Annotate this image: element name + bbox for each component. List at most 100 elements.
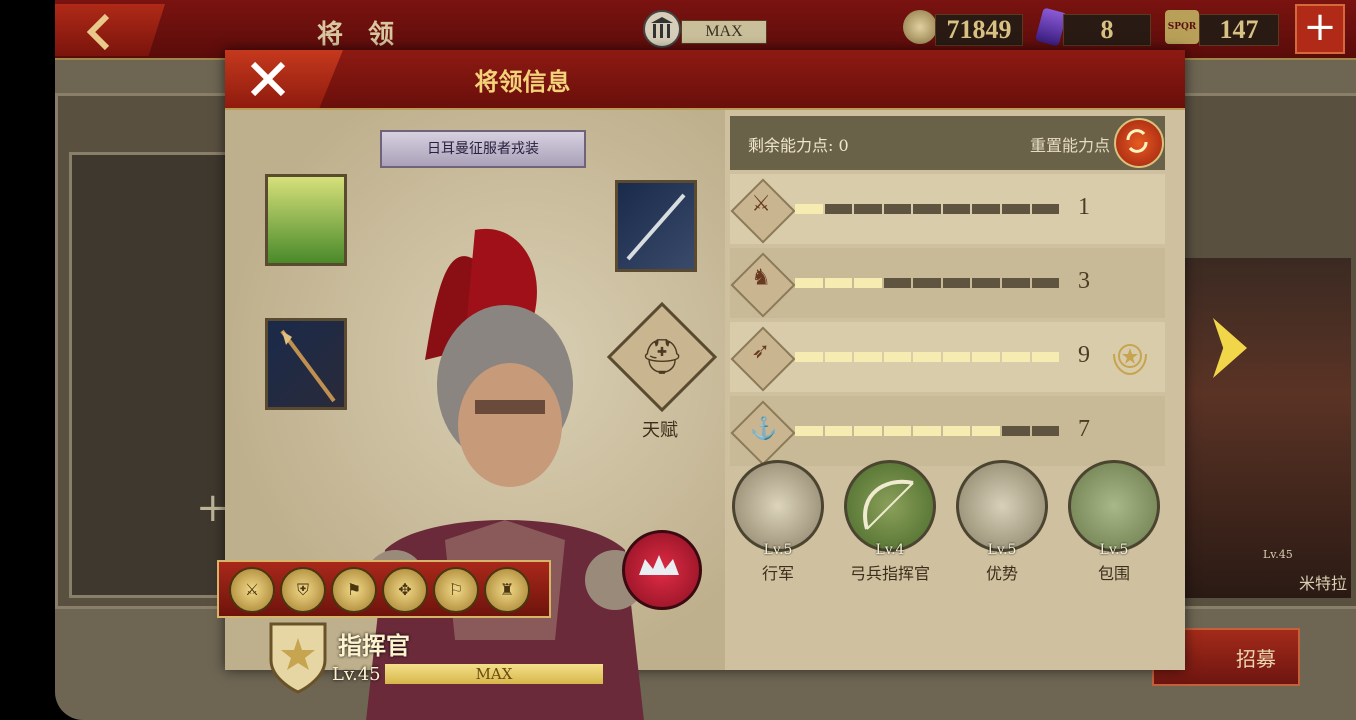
stat-row-cavalry: ♞ 3 (730, 248, 1165, 318)
remaining-points: 剩余能力点: 0 (748, 132, 849, 156)
stat-segment (795, 278, 823, 288)
skill-name: 包围 (1097, 564, 1130, 583)
stat-segment (1001, 204, 1030, 214)
skill-level: Lv.5 (763, 542, 793, 558)
building-level: MAX (681, 20, 767, 44)
encircle-skill-icon (1068, 460, 1160, 552)
gem-count: 8 (1063, 14, 1151, 46)
stat-segment (824, 352, 853, 362)
points-bar: 剩余能力点: 0 重置能力点 (730, 116, 1165, 170)
medal-icon[interactable]: ♜ (484, 567, 530, 613)
stat-segment (883, 426, 912, 436)
stat-value: 1 (1078, 194, 1090, 220)
stat-segment (942, 278, 971, 288)
stats-panel: 剩余能力点: 0 重置能力点 ⚔ 1 ♞ 3 ➶ 9 ⚓ 7 Lv.5 行军 L… (730, 116, 1165, 666)
medal-icon[interactable]: ⚑ (331, 567, 377, 613)
other-hero-level: Lv.45 (1263, 548, 1293, 561)
sword-icon: ⚔ (730, 178, 796, 244)
skill-level: Lv.4 (875, 542, 905, 558)
medal-icon[interactable]: ⛨ (280, 567, 326, 613)
medal-bar: ⚔ ⛨ ⚑ ✥ ⚐ ♜ (217, 560, 551, 618)
dialog-header: 将领信息 (225, 50, 1185, 110)
spqr-token-icon: SPQR (1165, 10, 1199, 44)
skill-level: Lv.5 (987, 542, 1017, 558)
outfit-name[interactable]: 日耳曼征服者戎装 (380, 130, 586, 168)
add-resource-button[interactable]: + (1295, 4, 1345, 54)
reset-points-label: 重置能力点 (1030, 136, 1111, 155)
remaining-points-value: 0 (838, 136, 849, 155)
stat-segment (824, 426, 853, 436)
skill-name: 弓兵指挥官 (849, 564, 930, 583)
hero-panel: 日耳曼征服者戎装 ⛑ 天赋 ⚔ ⛨ ⚑ ✥ ⚐ ♜ 指挥官 Lv.45 MAX (217, 110, 725, 720)
stat-segment (795, 204, 823, 214)
stat-segment (1031, 278, 1060, 288)
crown-skill-button[interactable] (622, 530, 702, 610)
stat-segment (913, 204, 941, 214)
skill-march[interactable]: Lv.5 行军 (730, 460, 826, 584)
stat-row-archer: ➶ 9 (730, 322, 1165, 392)
hero-rank-title: 指挥官 (338, 631, 410, 660)
skill-name: 行军 (761, 564, 794, 583)
skill-encircle[interactable]: Lv.5 包围 (1066, 460, 1162, 584)
remaining-points-label: 剩余能力点: (748, 136, 834, 155)
hero-xp-bar: MAX (385, 664, 603, 684)
stat-segment (883, 204, 912, 214)
stat-segment (972, 204, 1000, 214)
rank-badge (267, 618, 329, 696)
stat-segment (972, 352, 1000, 362)
stat-row-navy: ⚓ 7 (730, 396, 1165, 466)
stat-segment (1031, 426, 1060, 436)
reset-points-button[interactable] (1114, 118, 1164, 168)
stat-segment (883, 352, 912, 362)
bow-skill-icon (844, 460, 936, 552)
stat-segment (913, 426, 941, 436)
coin-count: 71849 (935, 14, 1023, 46)
stat-segment (1001, 352, 1030, 362)
stat-segment (883, 278, 912, 288)
hero-level: Lv.45 (332, 664, 381, 685)
token-count: 147 (1199, 14, 1279, 46)
stat-segment (1001, 278, 1030, 288)
stat-segment (824, 204, 853, 214)
stat-segment (913, 278, 941, 288)
stat-bar (795, 352, 1060, 362)
next-arrow-icon[interactable] (1213, 318, 1247, 378)
empty-slot-card[interactable]: + (69, 152, 235, 598)
stat-segment (972, 278, 1000, 288)
stat-bar (795, 204, 1060, 214)
building-icon (643, 10, 681, 48)
skills-row: Lv.5 行军 Lv.4 弓兵指挥官 Lv.5 优势 Lv.5 包围 (730, 460, 1165, 610)
medal-icon[interactable]: ✥ (382, 567, 428, 613)
hero-info-dialog: 将领信息 日耳曼征服者戎装 ⛑ 天赋 ⚔ ⛨ ⚑ ✥ ⚐ ♜ 指挥官 Lv.45… (217, 50, 1185, 720)
stat-value: 7 (1078, 416, 1090, 442)
stat-segment (854, 204, 882, 214)
medal-icon[interactable]: ⚔ (229, 567, 275, 613)
skill-archer-commander[interactable]: Lv.4 弓兵指挥官 (842, 460, 938, 584)
stat-bar (795, 278, 1060, 288)
stat-segment (795, 352, 823, 362)
crown-icon (639, 555, 679, 575)
coin-icon (903, 10, 937, 44)
stat-value: 9 (1078, 342, 1090, 368)
back-button[interactable] (55, 4, 165, 56)
stat-value: 3 (1078, 268, 1090, 294)
stat-segment (913, 352, 941, 362)
other-hero-name: 米特拉 (1299, 574, 1348, 593)
stat-segment (824, 278, 853, 288)
stat-segment (972, 426, 1000, 436)
stat-segment (854, 352, 882, 362)
stat-segment (1031, 352, 1060, 362)
skill-advantage[interactable]: Lv.5 优势 (954, 460, 1050, 584)
back-arrow-icon (86, 13, 110, 51)
stat-segment (854, 278, 882, 288)
medal-icon[interactable]: ⚐ (433, 567, 479, 613)
dialog-title: 将领信息 (474, 67, 571, 96)
horse-icon: ♞ (730, 252, 796, 318)
refresh-icon (1126, 129, 1148, 153)
other-hero-card[interactable]: Lv.45 米特拉 (1183, 258, 1351, 598)
laurel-star-icon (1108, 336, 1152, 380)
stat-segment (795, 426, 823, 436)
stat-segment (942, 426, 971, 436)
rank-shield-icon (269, 622, 327, 694)
stat-bar (795, 426, 1060, 436)
